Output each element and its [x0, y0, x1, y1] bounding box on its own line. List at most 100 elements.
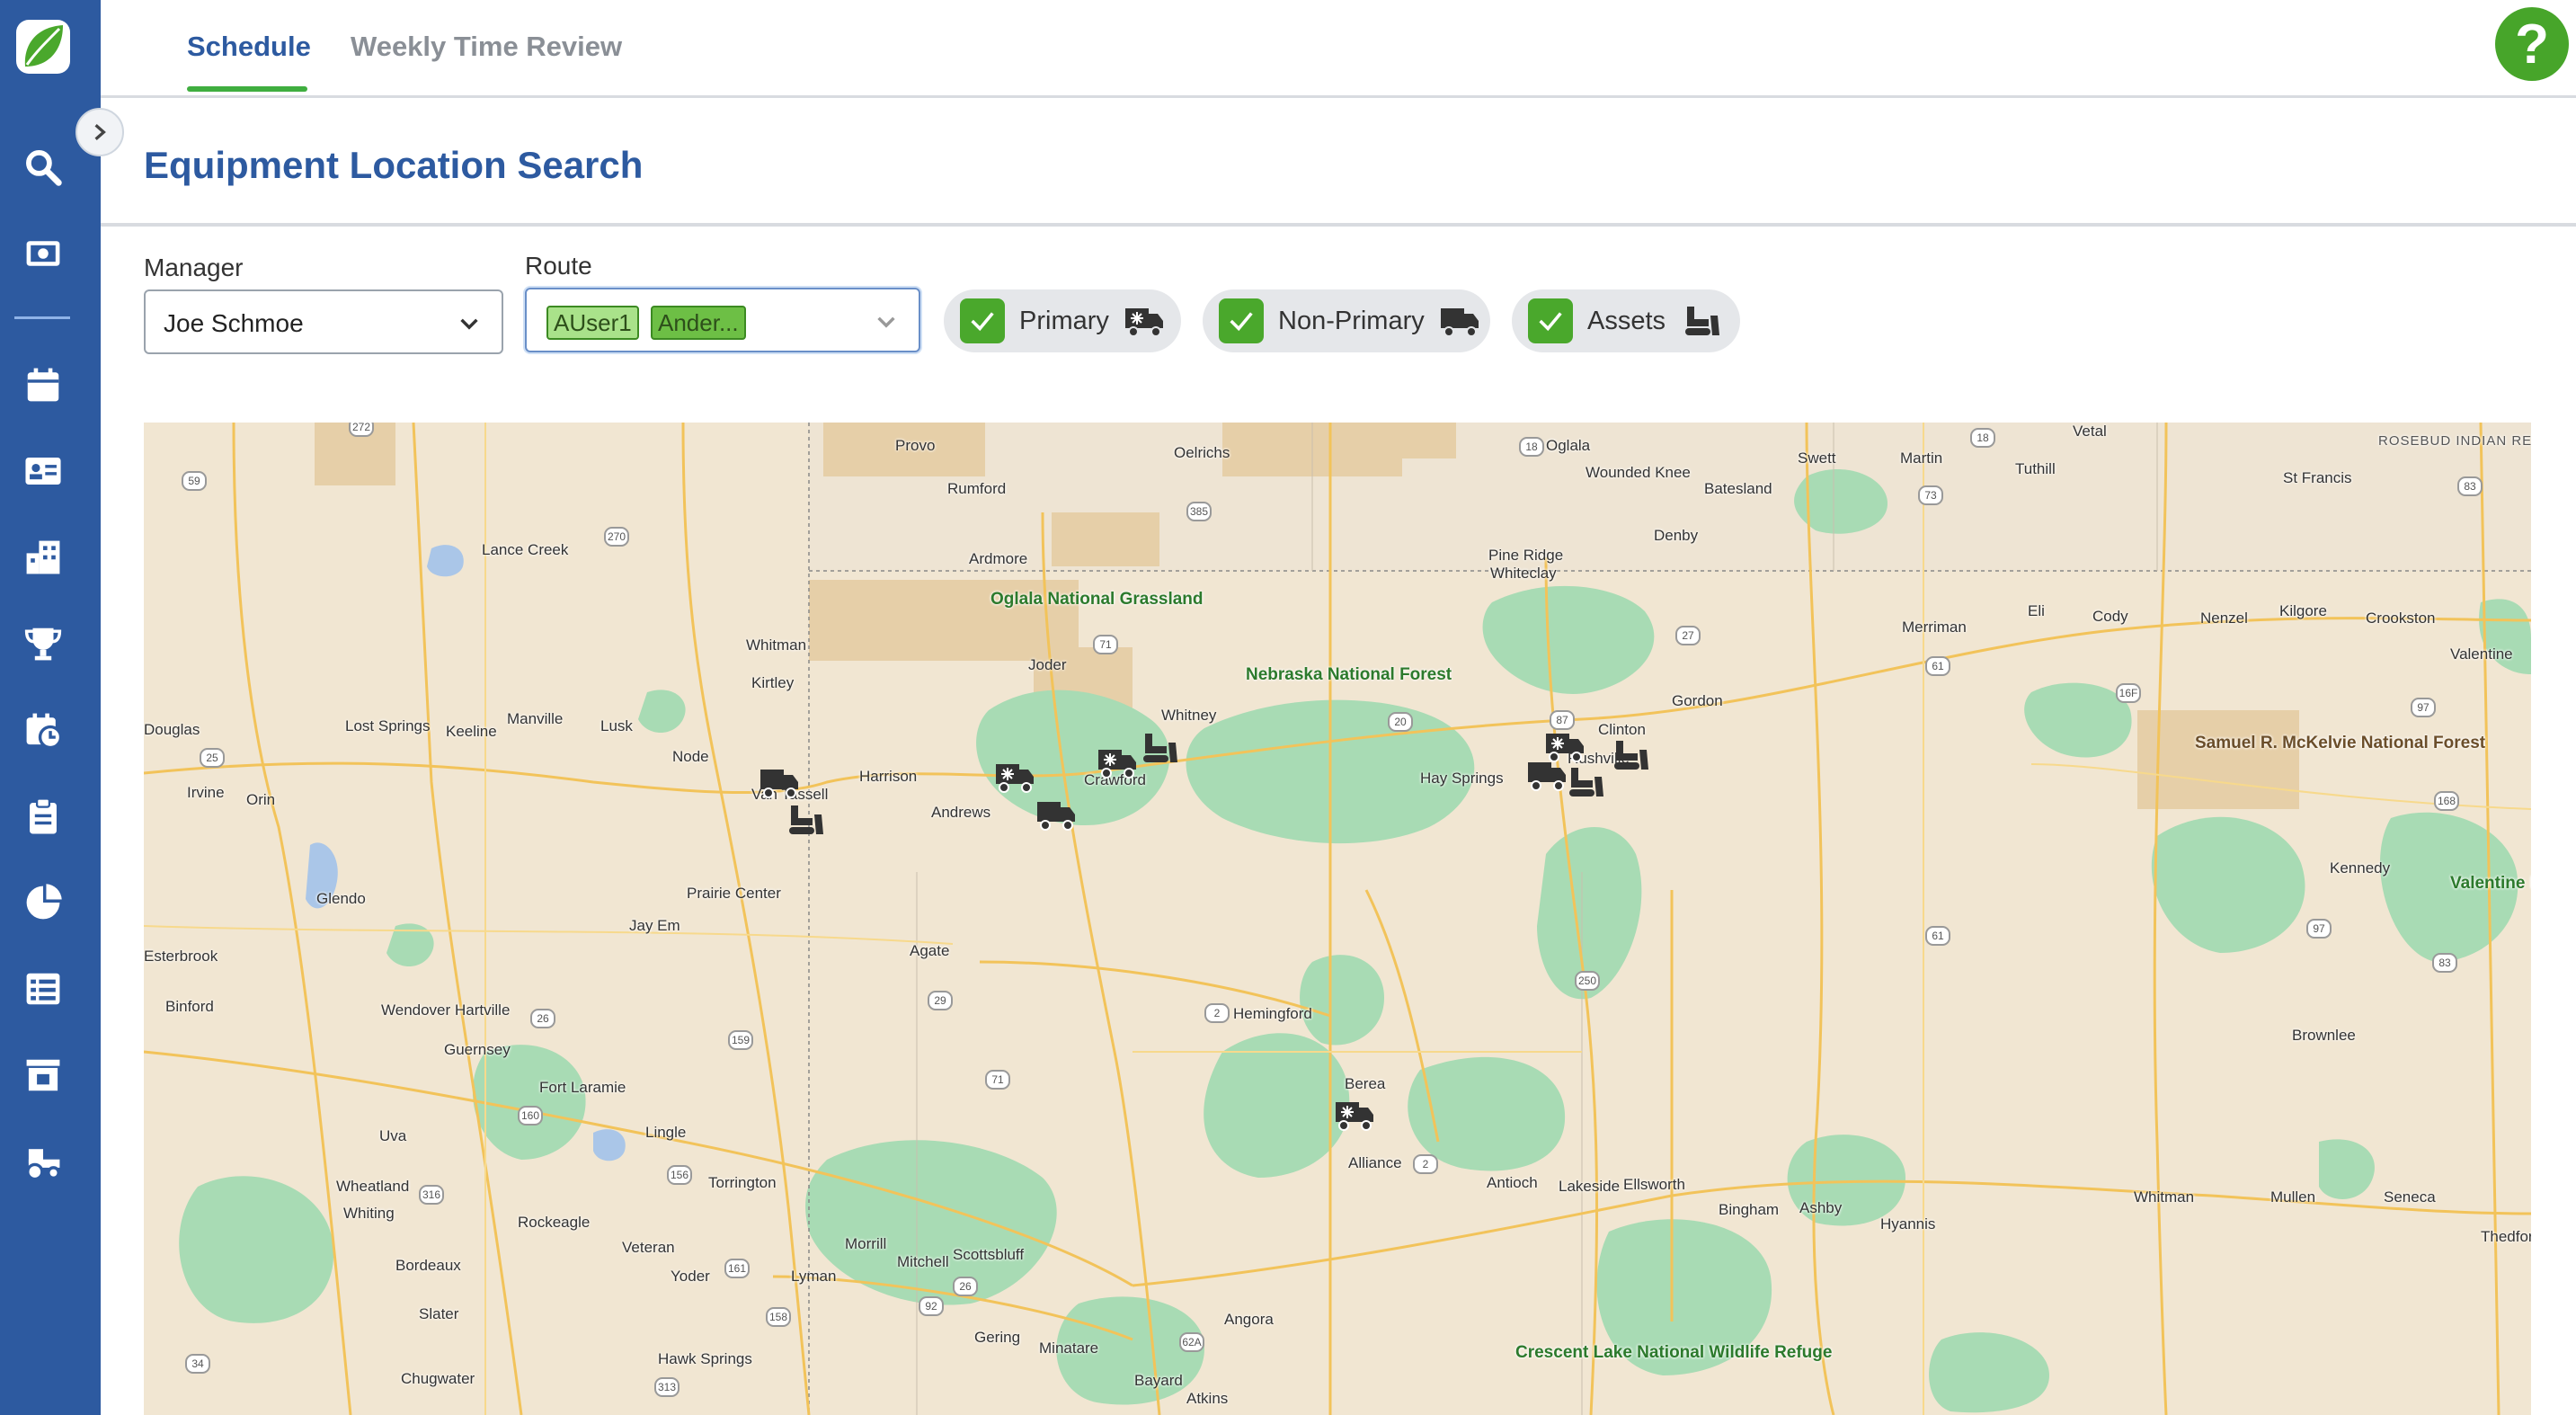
toggle-assets-label: Assets — [1587, 306, 1666, 335]
trophy-icon[interactable] — [20, 620, 67, 667]
calendar-icon[interactable] — [20, 361, 67, 408]
place-label: Gordon — [1672, 692, 1723, 709]
place-label: Hartville — [455, 1001, 511, 1019]
place-label: Agate — [910, 942, 950, 959]
route-shield: 59 — [182, 471, 207, 491]
checkbox-checked-icon[interactable] — [960, 298, 1005, 343]
place-label: Uva — [379, 1127, 407, 1144]
route-shield: 26 — [530, 1009, 555, 1028]
truck-snowflake-icon[interactable] — [1097, 744, 1138, 780]
toggle-non-primary[interactable]: Non-Primary — [1203, 289, 1490, 352]
toggle-primary-label: Primary — [1019, 306, 1109, 335]
sidebar — [0, 0, 101, 1415]
place-label: Prairie Center — [687, 885, 781, 902]
place-label: Martin — [1900, 449, 1943, 467]
place-label: Mitchell — [897, 1253, 949, 1270]
place-label: Provo — [895, 437, 936, 454]
route-shield: 385 — [1186, 502, 1212, 521]
tractor-icon[interactable] — [20, 1138, 67, 1185]
place-label: Node — [672, 748, 709, 765]
tab-weekly-time-review[interactable]: Weekly Time Review — [351, 31, 622, 63]
route-chip[interactable]: AUser1 — [546, 306, 639, 340]
equipment-map[interactable]: 272 59 18 270 385 71 20 87 27 73 83 18 6… — [144, 423, 2531, 1415]
place-label: Clinton — [1598, 721, 1646, 738]
search-icon[interactable] — [20, 144, 67, 191]
route-shield: 92 — [919, 1296, 944, 1316]
route-shield: 250 — [1575, 971, 1600, 991]
truck-icon[interactable] — [1526, 757, 1568, 793]
bulldozer-icon — [1685, 307, 1720, 335]
place-label: Fort Laramie — [539, 1079, 626, 1096]
sidebar-collapse-button[interactable] — [76, 108, 124, 156]
chevron-right-icon — [94, 124, 106, 140]
money-icon[interactable] — [20, 230, 67, 277]
bulldozer-icon[interactable] — [1138, 730, 1179, 766]
toggle-primary[interactable]: Primary — [944, 289, 1181, 352]
building-icon[interactable] — [20, 534, 67, 581]
route-label: Route — [525, 252, 592, 280]
place-label: Jay Em — [629, 917, 680, 934]
place-label: Irvine — [187, 784, 225, 801]
place-label: Harrison — [859, 768, 918, 785]
place-label: Slater — [419, 1305, 459, 1322]
place-label: Binford — [165, 998, 214, 1015]
route-shield: 25 — [200, 748, 225, 768]
contact-card-icon[interactable] — [20, 448, 67, 494]
route-shield: 16F — [2116, 683, 2141, 703]
place-label: Chugwater — [401, 1370, 475, 1387]
route-chip[interactable]: Ander... — [651, 306, 746, 340]
place-label: Vetal — [2073, 423, 2107, 440]
route-shield: 26 — [953, 1277, 978, 1296]
place-label: Wounded Knee — [1586, 464, 1691, 481]
place-label: Glendo — [316, 890, 366, 907]
route-shield: 160 — [518, 1106, 543, 1126]
toggle-assets[interactable]: Assets — [1512, 289, 1740, 352]
help-button[interactable]: ? — [2495, 7, 2569, 81]
leaf-logo-icon[interactable] — [14, 18, 72, 76]
place-label: Valentine — [2450, 645, 2513, 663]
place-label: Oglala — [1546, 437, 1591, 454]
place-label: Whitman — [746, 636, 807, 654]
route-shield: 71 — [985, 1070, 1010, 1090]
place-label: Rockeagle — [518, 1214, 591, 1231]
place-label: Kilgore — [2279, 602, 2327, 619]
route-multiselect[interactable]: AUser1 Ander... — [525, 288, 920, 352]
park-label: Valentine National Wildlife Refuge — [2450, 874, 2531, 893]
place-label: Keeline — [446, 723, 497, 740]
route-shield: 156 — [667, 1165, 692, 1185]
place-label: Nenzel — [2200, 610, 2248, 627]
toggle-non-primary-label: Non-Primary — [1278, 306, 1425, 335]
manager-select[interactable]: Joe Schmoe — [144, 289, 503, 354]
place-label: Crookston — [2366, 610, 2436, 627]
bulldozer-icon[interactable] — [1564, 764, 1605, 800]
store-icon[interactable] — [20, 1052, 67, 1099]
route-shield: 34 — [185, 1354, 210, 1374]
tab-schedule[interactable]: Schedule — [187, 31, 311, 63]
route-shield: 62A — [1179, 1332, 1204, 1352]
place-label: Bordeaux — [395, 1257, 461, 1274]
clipboard-icon[interactable] — [20, 793, 67, 840]
place-label: Swett — [1798, 449, 1836, 467]
forest-label: Samuel R. McKelvie National Forest — [2195, 734, 2485, 752]
sidebar-divider — [14, 316, 70, 319]
route-shield: 71 — [1093, 635, 1118, 654]
pie-chart-icon[interactable] — [20, 879, 67, 926]
calendar-clock-icon[interactable] — [20, 707, 67, 753]
checkbox-checked-icon[interactable] — [1528, 298, 1573, 343]
route-shield: 161 — [724, 1259, 750, 1278]
truck-icon[interactable] — [1035, 796, 1077, 832]
route-shield: 270 — [604, 527, 629, 547]
truck-snowflake-icon[interactable] — [994, 759, 1035, 795]
truck-icon[interactable] — [759, 764, 800, 800]
bulldozer-icon[interactable] — [784, 802, 825, 838]
checkbox-checked-icon[interactable] — [1219, 298, 1264, 343]
place-label: Merriman — [1902, 619, 1967, 636]
route-shield: 316 — [419, 1185, 444, 1205]
place-label: Bayard — [1134, 1372, 1183, 1389]
bulldozer-icon[interactable] — [1609, 737, 1650, 773]
list-icon[interactable] — [20, 966, 67, 1012]
place-label: Morrill — [845, 1235, 887, 1252]
place-label: Thedford — [2481, 1228, 2531, 1245]
truck-snowflake-icon[interactable] — [1334, 1097, 1375, 1133]
place-label: Ardmore — [969, 550, 1028, 567]
